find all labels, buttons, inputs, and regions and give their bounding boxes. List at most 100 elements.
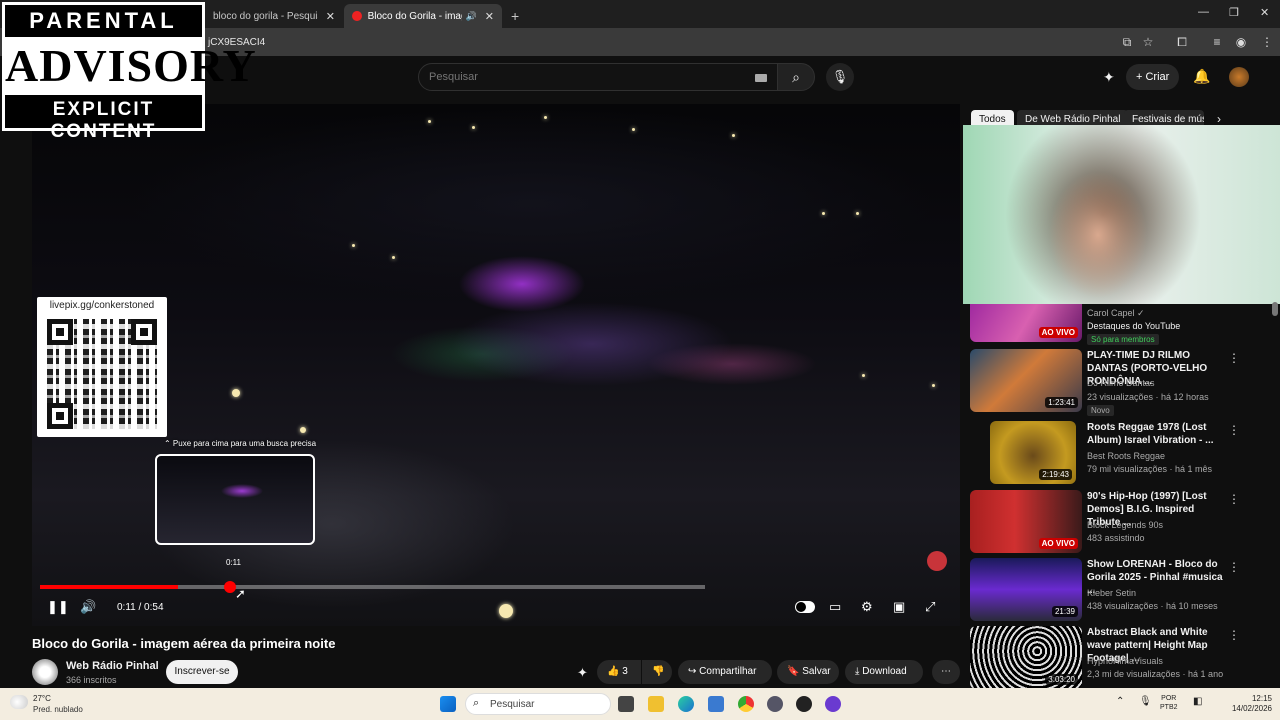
menu-icon[interactable]: ⋮	[1259, 34, 1275, 50]
list-item[interactable]: 3:03:20 Abstract Black and White wave pa…	[970, 626, 1270, 689]
search-input[interactable]	[429, 71, 729, 83]
window-close-button[interactable]: ✕	[1260, 6, 1269, 19]
youtube-icon	[352, 11, 362, 21]
dislike-button[interactable]: 👎	[642, 660, 672, 684]
chrome-icon[interactable]	[738, 696, 754, 712]
settings-gear-icon[interactable]: ⚙	[861, 599, 873, 615]
channel-avatar[interactable]	[32, 659, 58, 685]
obs-icon[interactable]	[796, 696, 812, 712]
video-thumbnail[interactable]: AO VIVO	[970, 490, 1082, 553]
seek-preview-thumbnail	[155, 454, 315, 545]
extensions-icon[interactable]: ⧠	[1174, 34, 1190, 50]
avatar[interactable]	[1229, 67, 1249, 87]
video-thumbnail[interactable]: 2:19:43	[990, 421, 1076, 484]
mic-icon[interactable]: 🎙	[1139, 696, 1152, 707]
time-display: 0:11 / 0:54	[117, 602, 164, 613]
keyboard-language[interactable]: POR PTB2	[1160, 694, 1178, 712]
notifications-icon[interactable]: 🔔	[1193, 68, 1210, 85]
weather-description[interactable]: Pred. nublado	[33, 705, 83, 714]
tab-video[interactable]: Bloco do Gorila - imagem a 🔊 ✕	[344, 4, 502, 28]
tab-label: bloco do gorila - Pesquisa Goo	[213, 10, 318, 22]
like-button[interactable]: 👍 3	[597, 660, 641, 684]
mic-button[interactable]: 🎙	[826, 63, 854, 91]
new-tab-button[interactable]: +	[503, 4, 523, 28]
chevron-right-icon[interactable]: ›	[1217, 112, 1221, 126]
more-vert-icon[interactable]: ⋮	[1228, 492, 1240, 506]
autoplay-toggle[interactable]	[795, 601, 815, 613]
list-item[interactable]: 21:39 Show LORENAH - Bloco do Gorila 202…	[970, 558, 1270, 622]
video-thumbnail[interactable]: 21:39	[970, 558, 1082, 621]
keyboard-icon[interactable]	[755, 74, 767, 82]
bookmark-star-icon[interactable]: ☆	[1140, 34, 1156, 50]
subtitles-icon[interactable]: ▭	[829, 599, 841, 615]
tab-search[interactable]: bloco do gorila - Pesquisa Goo ✕	[205, 4, 343, 28]
taskbar-search[interactable]: ⌕ Pesquisar	[465, 693, 611, 715]
search-box[interactable]	[418, 63, 778, 91]
task-view-icon[interactable]	[618, 696, 634, 712]
edge-icon[interactable]	[678, 696, 694, 712]
file-explorer-icon[interactable]	[648, 696, 664, 712]
list-item[interactable]: 2:19:43 Roots Reggae 1978 (Lost Album) I…	[970, 421, 1270, 485]
ai-sparkle-icon[interactable]: ✦	[1103, 69, 1115, 86]
close-icon[interactable]: ✕	[485, 10, 494, 23]
seek-preview-time: 0:11	[226, 558, 241, 567]
scrollbar[interactable]	[1272, 302, 1278, 316]
chevron-up-icon[interactable]: ⌃	[1116, 696, 1124, 707]
subscriber-count: 366 inscritos	[66, 675, 117, 685]
media-icon[interactable]: ≡	[1209, 34, 1225, 50]
list-item[interactable]: 1:23:41 PLAY-TIME DJ RILMO DANTAS (PORTO…	[970, 349, 1270, 417]
video-player[interactable]	[32, 104, 960, 626]
profile-icon[interactable]: ◉	[1233, 34, 1249, 50]
cloud-icon[interactable]	[10, 695, 28, 709]
channel-watermark-icon[interactable]	[927, 551, 947, 571]
more-icon: ⋯	[941, 666, 951, 677]
video-thumbnail[interactable]: AO VIVO	[970, 304, 1082, 342]
settings-icon[interactable]	[767, 696, 783, 712]
ask-ai-icon[interactable]: ✦	[577, 665, 588, 681]
more-vert-icon[interactable]: ⋮	[1228, 351, 1240, 365]
clock[interactable]: 12:15 14/02/2026	[1222, 694, 1272, 714]
tab-label: Bloco do Gorila - imagem a	[367, 10, 462, 22]
windows-taskbar: 27°C Pred. nublado ⌕ Pesquisar ⌃ 🎙 POR P…	[0, 688, 1280, 720]
mouse-cursor-icon: ➚	[235, 586, 246, 601]
more-vert-icon[interactable]: ⋮	[1228, 423, 1240, 437]
more-vert-icon[interactable]: ⋮	[1228, 628, 1240, 642]
download-button[interactable]: ⤓ Download	[845, 660, 923, 684]
search-button[interactable]: ⌕	[777, 63, 815, 91]
video-title: Bloco do Gorila - imagem aérea da primei…	[32, 636, 336, 651]
channel-name[interactable]: Web Rádio Pinhal	[66, 660, 159, 672]
theater-mode-icon[interactable]: ▣	[893, 599, 905, 615]
share-icon: ↪	[688, 666, 697, 677]
app-icon[interactable]	[825, 696, 841, 712]
list-item[interactable]: AO VIVO Carol Capel ✓ Destaques do YouTu…	[970, 304, 1270, 345]
restore-button[interactable]: ❐	[1229, 6, 1239, 19]
weather-temperature[interactable]: 27°C	[33, 694, 51, 703]
volume-icon[interactable]: 🔊	[80, 599, 96, 615]
save-button[interactable]: 🔖 Salvar	[777, 660, 839, 684]
more-actions-button[interactable]: ⋯	[932, 660, 960, 684]
parental-advisory-logo: PARENTAL ADVISORY EXPLICIT CONTENT	[2, 2, 256, 142]
list-item[interactable]: AO VIVO 90's Hip-Hop (1997) [Lost Demos]…	[970, 490, 1270, 554]
create-button[interactable]: + Criar	[1126, 64, 1180, 90]
pause-icon[interactable]: ❚❚	[47, 599, 69, 615]
share-button[interactable]: ↪ Compartilhar	[678, 660, 772, 684]
thumbs-up-icon: 👍	[607, 666, 620, 677]
download-icon: ⤓	[855, 666, 860, 677]
minimize-button[interactable]: —	[1198, 6, 1209, 18]
more-vert-icon[interactable]: ⋮	[1228, 560, 1240, 574]
webcam-overlay	[963, 125, 1280, 304]
video-thumbnail[interactable]: 1:23:41	[970, 349, 1082, 412]
subscribe-button[interactable]: Inscrever-se	[166, 660, 238, 684]
close-icon[interactable]: ✕	[326, 10, 335, 23]
fullscreen-icon[interactable]: ⤢	[925, 599, 935, 615]
seek-hint: ⌃ Puxe para cima para uma busca precisa	[164, 439, 317, 448]
search-icon: ⌕	[792, 69, 800, 85]
network-icon[interactable]: ◧	[1193, 696, 1202, 707]
video-thumbnail[interactable]: 3:03:20	[970, 626, 1082, 689]
store-icon[interactable]	[708, 696, 724, 712]
thumbs-down-icon: 👎	[652, 666, 665, 677]
windows-start-icon[interactable]	[440, 696, 456, 712]
install-icon[interactable]: ⧉	[1119, 34, 1135, 50]
progress-played	[40, 585, 178, 589]
qr-code-card: livepix.gg/conkerstoned	[37, 297, 167, 437]
